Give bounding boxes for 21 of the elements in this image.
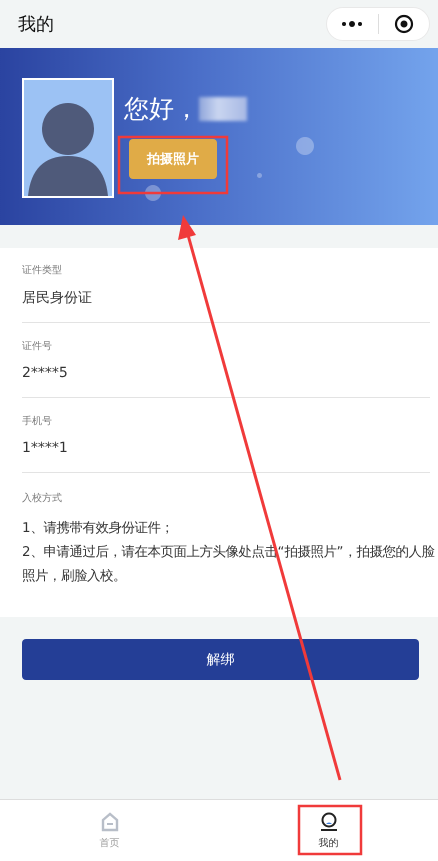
- field-label: 手机号: [22, 414, 53, 428]
- page-title: 我的: [18, 13, 54, 36]
- profile-icon: [320, 812, 338, 832]
- field-value: 2****5: [22, 365, 69, 381]
- field-value: 居民身份证: [22, 289, 93, 307]
- unbind-button[interactable]: 解绑: [22, 639, 419, 680]
- instruction-text: 1、请携带有效身份证件；: [22, 520, 175, 538]
- field-value: 1****1: [22, 440, 69, 456]
- field-label: 证件号: [22, 340, 53, 353]
- field-label: 入校方式: [22, 492, 63, 505]
- close-icon[interactable]: [394, 14, 414, 34]
- home-icon: [100, 812, 118, 832]
- more-icon[interactable]: [341, 21, 364, 27]
- tab-item[interactable]: 我的: [219, 800, 438, 861]
- avatar-icon[interactable]: [22, 78, 114, 198]
- greeting-text: 您好，: [124, 93, 199, 125]
- highlight-box: [298, 804, 362, 856]
- light-dot: [257, 173, 262, 178]
- light-dot: [296, 137, 314, 155]
- field-label: 证件类型: [22, 264, 63, 277]
- light-dot: [145, 185, 161, 201]
